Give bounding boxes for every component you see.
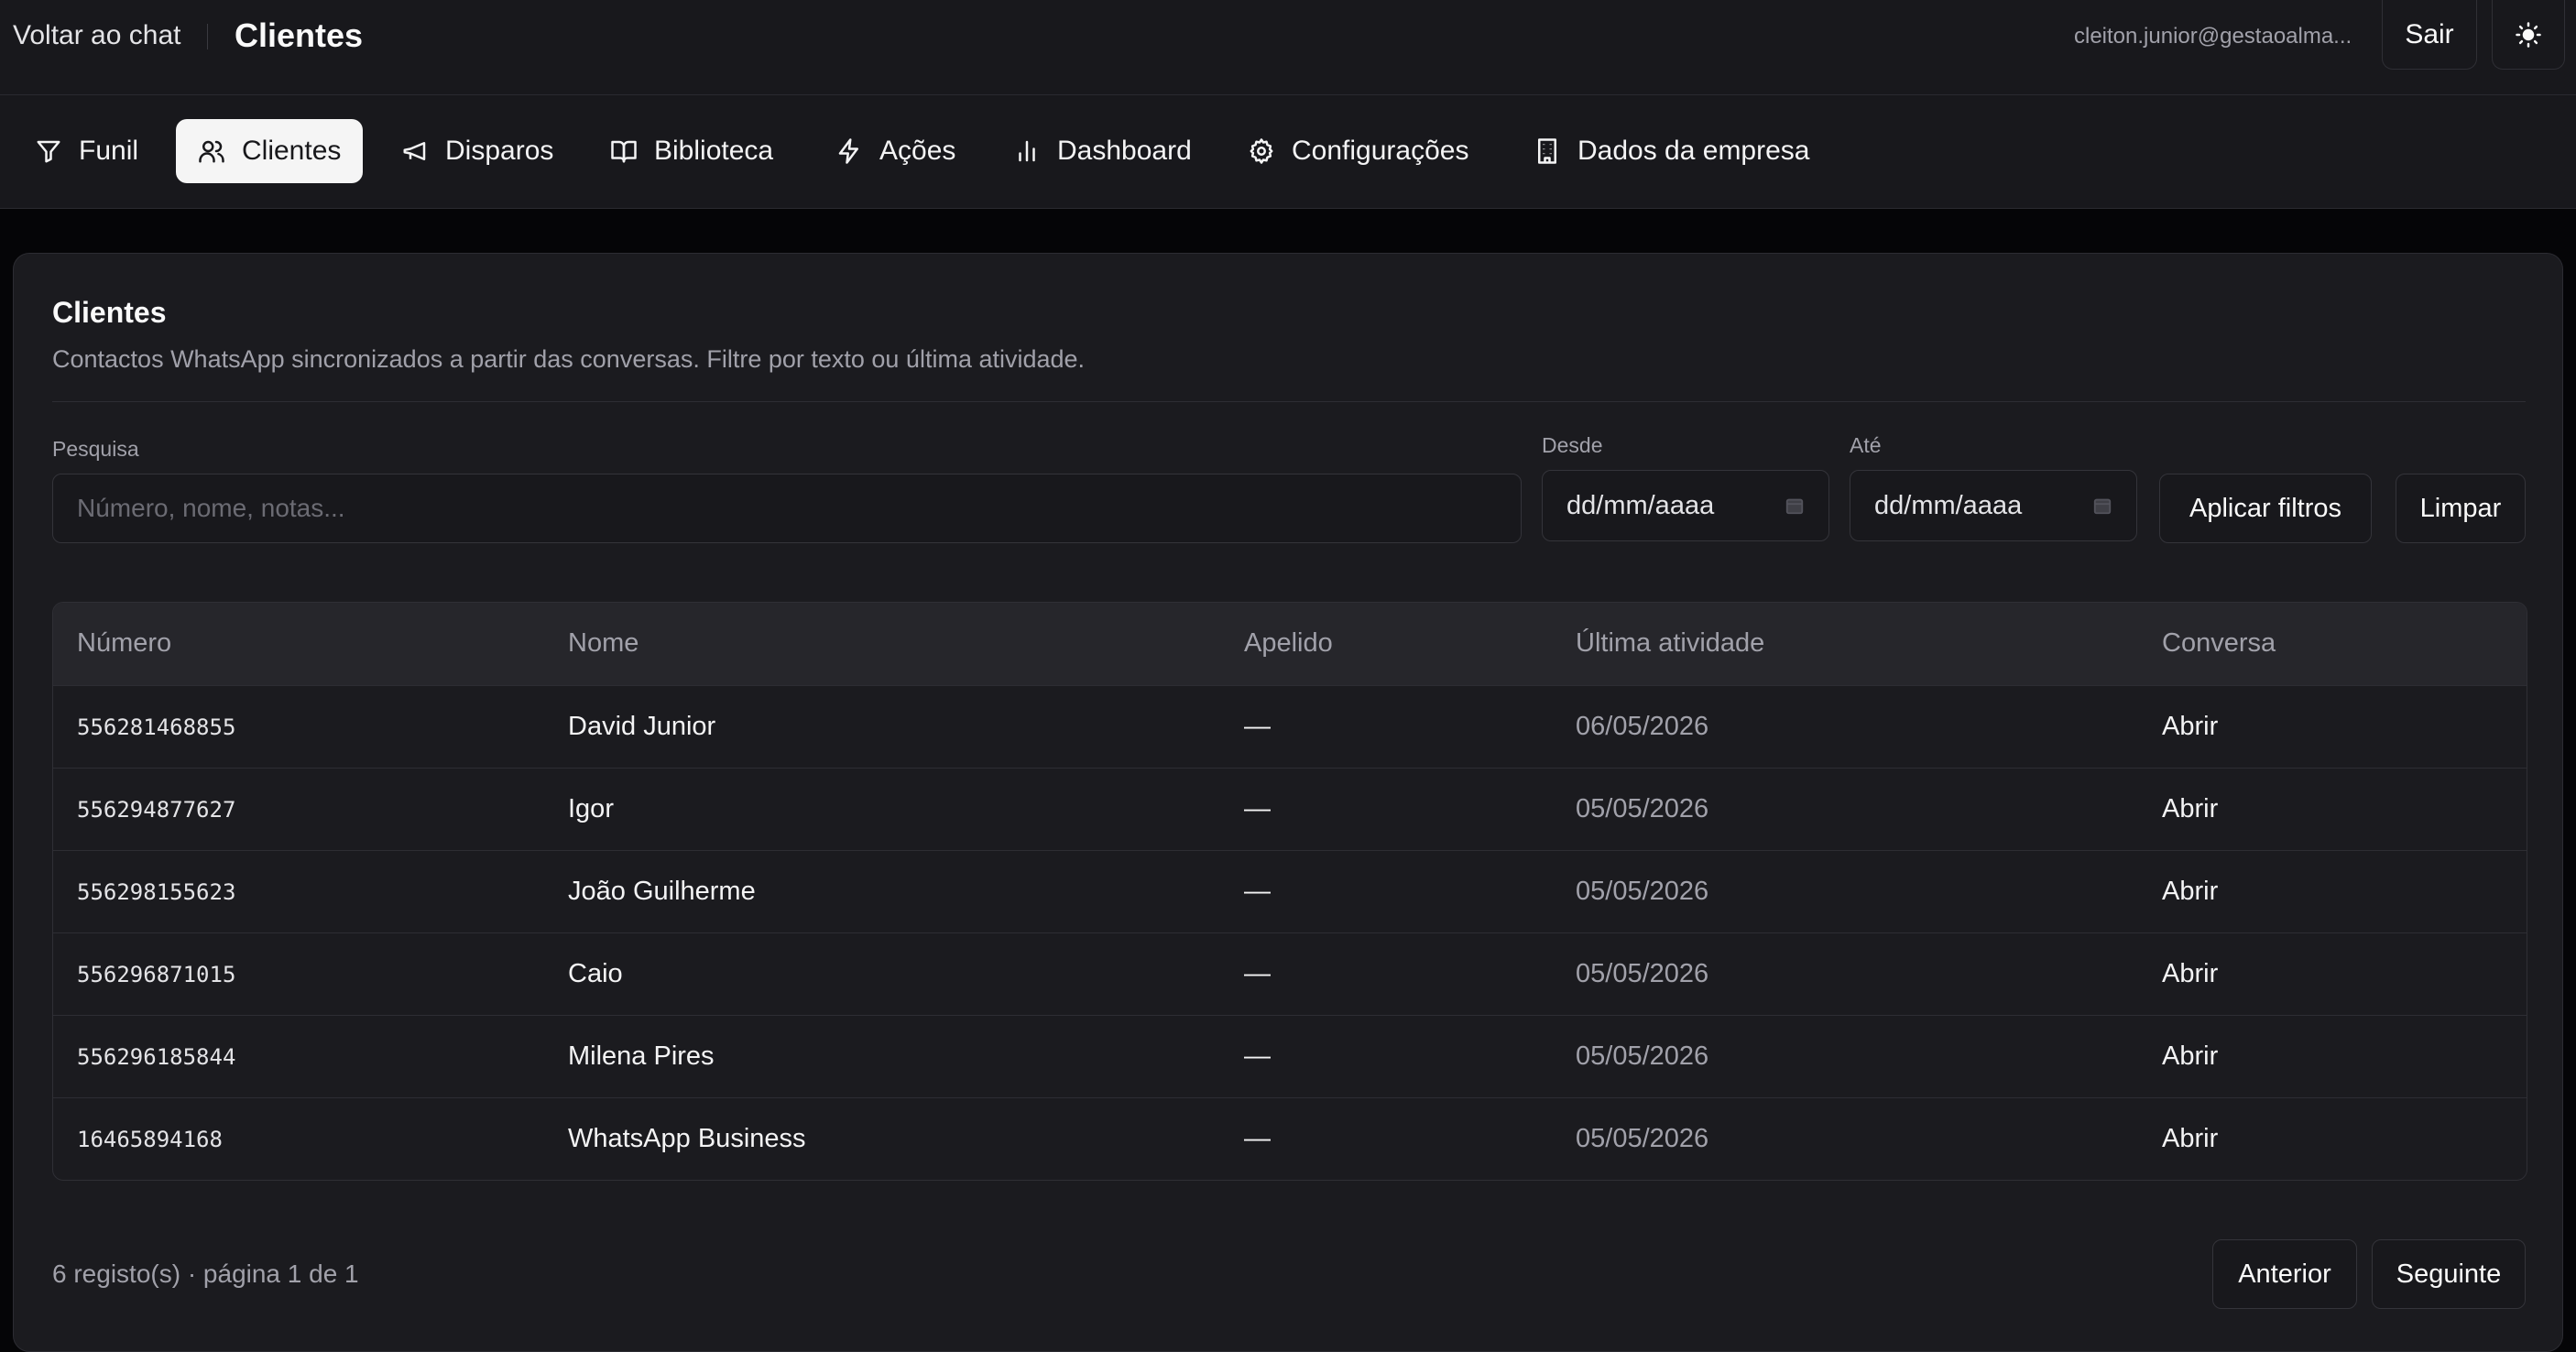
tab-label: Dados da empresa [1577, 136, 1810, 166]
column-header-nome: Nome [568, 628, 639, 658]
cell-apelido: — [1244, 1124, 1271, 1153]
clients-card: Clientes Contactos WhatsApp sincronizado… [13, 253, 2563, 1352]
nav-tabs: Funil Clientes Disparos Biblioteca Ações… [0, 95, 2576, 209]
cell-nome: Igor [568, 794, 614, 823]
megaphone-icon [403, 142, 426, 160]
zap-icon [838, 138, 858, 164]
open-conversation-link[interactable]: Abrir [2162, 1124, 2218, 1154]
cell-nome: Caio [568, 959, 623, 988]
table-row: 556296871015 Caio — 05/05/2026 Abrir [53, 932, 2527, 1015]
cell-numero: 556296871015 [77, 962, 236, 987]
search-label: Pesquisa [52, 437, 139, 461]
user-email: cleiton.junior@gestaoalma... [2074, 24, 2352, 49]
book-icon [611, 140, 637, 163]
previous-page-button[interactable]: Anterior [2212, 1239, 2357, 1309]
filter-icon [37, 140, 60, 163]
calendar-icon[interactable] [1785, 496, 1805, 516]
column-header-ultima-atividade: Última atividade [1576, 628, 1765, 658]
card-title: Clientes [52, 296, 167, 329]
open-conversation-link[interactable]: Abrir [2162, 1041, 2218, 1072]
cell-apelido: — [1244, 712, 1271, 741]
cell-numero: 556298155623 [77, 879, 236, 905]
gear-icon [1250, 138, 1273, 164]
cell-numero: 16465894168 [77, 1127, 223, 1152]
cell-ultima-atividade: 05/05/2026 [1576, 959, 1709, 988]
date-from-input[interactable]: dd/mm/aaaa [1542, 470, 1829, 541]
card-divider [52, 401, 2526, 402]
tab-dashboard[interactable]: Dashboard [991, 119, 1214, 183]
open-conversation-link[interactable]: Abrir [2162, 877, 2218, 907]
table-row: 16465894168 WhatsApp Business — 05/05/20… [53, 1097, 2527, 1180]
logout-button[interactable]: Sair [2382, 0, 2477, 70]
open-conversation-link[interactable]: Abrir [2162, 959, 2218, 989]
card-description: Contactos WhatsApp sincronizados a parti… [52, 345, 1086, 373]
clear-filters-button[interactable]: Limpar [2396, 474, 2526, 543]
table-row: 556298155623 João Guilherme — 05/05/2026… [53, 850, 2527, 932]
column-header-numero: Número [77, 628, 172, 658]
top-divider [207, 24, 208, 49]
date-from-placeholder: dd/mm/aaaa [1566, 490, 1715, 520]
table-row: 556296185844 Milena Pires — 05/05/2026 A… [53, 1015, 2527, 1097]
column-header-apelido: Apelido [1244, 628, 1333, 658]
cell-ultima-atividade: 05/05/2026 [1576, 1041, 1709, 1071]
users-icon [199, 140, 224, 163]
cell-nome: WhatsApp Business [568, 1124, 806, 1153]
date-to-input[interactable]: dd/mm/aaaa [1850, 470, 2137, 541]
open-conversation-link[interactable]: Abrir [2162, 712, 2218, 742]
tab-acoes[interactable]: Ações [813, 119, 977, 183]
top-bar: Voltar ao chat Clientes cleiton.junior@g… [0, 0, 2576, 95]
date-to-placeholder: dd/mm/aaaa [1874, 490, 2023, 520]
bar-chart-icon [1019, 140, 1035, 162]
table-header: Número Nome Apelido Última atividade Con… [53, 603, 2527, 685]
table-row: 556294877627 Igor — 05/05/2026 Abrir [53, 768, 2527, 850]
tab-configuracoes[interactable]: Configurações [1226, 119, 1490, 183]
theme-toggle-button[interactable] [2492, 0, 2565, 70]
cell-apelido: — [1244, 794, 1271, 823]
tab-funil[interactable]: Funil [13, 119, 160, 183]
tab-label: Biblioteca [654, 136, 774, 166]
tab-dados-empresa[interactable]: Dados da empresa [1512, 119, 1831, 183]
tab-label: Clientes [242, 136, 342, 166]
cell-numero: 556281468855 [77, 714, 236, 740]
cell-nome: Milena Pires [568, 1041, 715, 1071]
tab-label: Configurações [1292, 136, 1469, 166]
tab-biblioteca[interactable]: Biblioteca [588, 119, 795, 183]
page-title: Clientes [235, 16, 364, 54]
cell-numero: 556294877627 [77, 797, 236, 823]
back-to-chat-link[interactable]: Voltar ao chat [13, 20, 180, 51]
building-icon [1538, 138, 1556, 164]
tab-label: Funil [79, 136, 139, 166]
date-from-label: Desde [1542, 433, 1603, 457]
search-input[interactable] [52, 474, 1522, 543]
tab-label: Ações [879, 136, 956, 166]
clients-table: Número Nome Apelido Última atividade Con… [52, 602, 2527, 1181]
cell-ultima-atividade: 06/05/2026 [1576, 712, 1709, 741]
next-page-button[interactable]: Seguinte [2372, 1239, 2526, 1309]
cell-ultima-atividade: 05/05/2026 [1576, 1124, 1709, 1153]
cell-nome: João Guilherme [568, 877, 756, 906]
cell-apelido: — [1244, 1041, 1271, 1071]
table-row: 556281468855 David Junior — 06/05/2026 A… [53, 685, 2527, 768]
column-header-conversa: Conversa [2162, 628, 2276, 658]
tab-disparos[interactable]: Disparos [379, 119, 575, 183]
cell-apelido: — [1244, 959, 1271, 988]
cell-nome: David Junior [568, 712, 716, 741]
open-conversation-link[interactable]: Abrir [2162, 794, 2218, 824]
tab-clientes[interactable]: Clientes [176, 119, 364, 183]
sun-icon [2516, 21, 2541, 48]
tab-label: Dashboard [1057, 136, 1192, 166]
cell-numero: 556296185844 [77, 1044, 236, 1070]
date-to-label: Até [1850, 433, 1882, 457]
cell-ultima-atividade: 05/05/2026 [1576, 794, 1709, 823]
apply-filters-button[interactable]: Aplicar filtros [2159, 474, 2372, 543]
cell-apelido: — [1244, 877, 1271, 906]
tab-label: Disparos [445, 136, 554, 166]
calendar-icon[interactable] [2092, 496, 2112, 516]
pagination-info: 6 registo(s) · página 1 de 1 [52, 1259, 359, 1288]
cell-ultima-atividade: 05/05/2026 [1576, 877, 1709, 906]
